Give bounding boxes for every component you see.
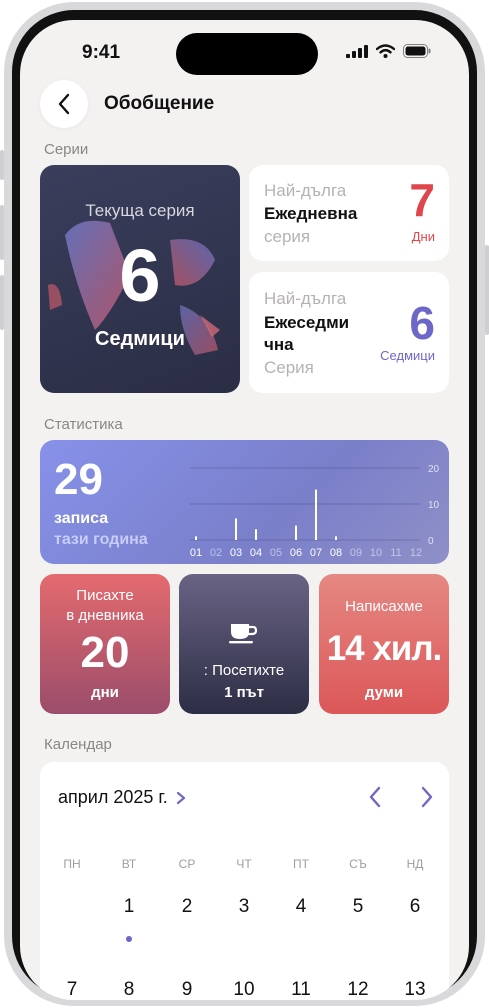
- month-selector[interactable]: април 2025 г.: [58, 787, 186, 808]
- x-tick-label: 10: [370, 547, 382, 559]
- current-series-value: 6: [119, 234, 161, 317]
- longest-daily-value: 7: [409, 174, 435, 226]
- visited-tile[interactable]: : Посетихте 1 път: [179, 574, 309, 714]
- x-tick-label: 12: [410, 547, 422, 559]
- x-tick-label: 06: [290, 547, 302, 559]
- calendar-day[interactable]: 13: [395, 979, 435, 1000]
- period-label: тази година: [54, 531, 148, 548]
- chevron-left-icon: [369, 786, 381, 808]
- longest-weekly-line2b: чна: [264, 335, 294, 354]
- section-series-label: Серии: [44, 141, 89, 158]
- longest-weekly-series-card[interactable]: Най-дълга Ежеседми чна Серия 6 Седмици: [249, 272, 449, 393]
- coffee-cup-icon: [229, 624, 258, 644]
- wifi-icon: [376, 44, 395, 58]
- calendar-day[interactable]: 8: [109, 979, 149, 1000]
- longest-daily-line2: Ежедневна: [264, 204, 358, 223]
- next-month-button[interactable]: [412, 782, 442, 812]
- screen: 9:41 Обобщение Серии Текуща серия 6 Седм…: [20, 20, 469, 1000]
- longest-daily-unit: Дни: [411, 229, 435, 244]
- calendar-day[interactable]: 9: [167, 979, 207, 1000]
- journal-line2: в дневника: [66, 607, 144, 624]
- chart-bar: [255, 529, 257, 540]
- status-icons: [346, 44, 431, 58]
- entries-label: записа: [54, 510, 109, 527]
- x-tick-label: 09: [350, 547, 362, 559]
- x-tick-label: 01: [190, 547, 202, 559]
- calendar-card: април 2025 г. ПН ВТ СР ЧТ ПТ СЪ НД 1 2 3…: [40, 762, 449, 1000]
- chart-bar: [295, 525, 297, 540]
- weekday-sat: СЪ: [349, 857, 367, 871]
- longest-weekly-unit: Седмици: [380, 348, 435, 363]
- y-tick-label: 0: [428, 536, 434, 547]
- words-tile[interactable]: Написахме 14 хил. думи: [319, 574, 449, 714]
- x-tick-label: 03: [230, 547, 242, 559]
- section-calendar-label: Календар: [44, 736, 112, 753]
- section-stats-label: Статистика: [44, 416, 123, 433]
- weekday-sun: НД: [406, 857, 424, 871]
- calendar-day[interactable]: 6: [395, 896, 435, 918]
- calendar-day[interactable]: 11: [281, 979, 321, 1000]
- page-title: Обобщение: [104, 93, 215, 114]
- y-tick-label: 10: [428, 500, 440, 511]
- weekday-fri: ПТ: [293, 857, 309, 871]
- weekday-thu: ЧТ: [236, 857, 252, 871]
- visited-line2: 1 път: [224, 684, 264, 701]
- words-value: 14 хил.: [326, 629, 443, 668]
- battery-icon: [403, 44, 431, 58]
- stats-card[interactable]: 29 записа тази година 20 10 0 01 02 03 04 05 06 0…: [40, 440, 449, 564]
- journal-value: 20: [80, 628, 130, 677]
- longest-weekly-line1: Най-дълга: [264, 289, 347, 308]
- calendar-day[interactable]: 12: [338, 979, 378, 1000]
- entries-count: 29: [54, 455, 103, 504]
- chart-bar: [235, 518, 237, 540]
- chart-bar: [315, 489, 317, 540]
- power-button[interactable]: [485, 245, 489, 335]
- x-tick-label: 08: [330, 547, 342, 559]
- journal-days-tile[interactable]: Писахте в дневника 20 дни: [40, 574, 170, 714]
- x-tick-label: 04: [250, 547, 262, 559]
- dynamic-island: [176, 33, 318, 75]
- chevron-right-icon: [421, 786, 433, 808]
- cellular-signal-icon: [346, 44, 368, 58]
- status-time: 9:41: [82, 42, 121, 63]
- longest-daily-line1: Най-дълга: [264, 181, 347, 200]
- calendar-day[interactable]: 10: [224, 979, 264, 1000]
- journal-unit: дни: [91, 684, 119, 701]
- longest-weekly-line2a: Ежеседми: [264, 313, 350, 332]
- x-tick-label: 02: [210, 547, 222, 559]
- calendar-day[interactable]: 7: [52, 979, 92, 1000]
- longest-weekly-line3: Серия: [264, 358, 314, 377]
- visited-line1: : Посетихте: [203, 662, 285, 679]
- x-tick-label: 07: [310, 547, 322, 559]
- previous-month-button[interactable]: [360, 782, 390, 812]
- words-unit: думи: [364, 684, 404, 701]
- chart-bar: [335, 536, 337, 540]
- journal-line1: Писахте: [76, 587, 134, 604]
- weekday-wed: СР: [178, 857, 196, 871]
- calendar-day[interactable]: 4: [281, 896, 321, 918]
- month-label: април 2025 г.: [58, 787, 168, 807]
- weekday-tue: ВТ: [121, 857, 137, 871]
- back-button[interactable]: [40, 80, 88, 128]
- calendar-day[interactable]: 5: [338, 896, 378, 918]
- chevron-left-icon: [58, 93, 70, 115]
- y-tick-label: 20: [428, 464, 440, 475]
- monthly-entries-chart: 20 10 0 01 02 03 04 05 06 07 08 09 10 11 12: [190, 464, 440, 559]
- longest-weekly-value: 6: [409, 297, 435, 349]
- current-series-label: Текуща серия: [85, 201, 195, 220]
- weekday-mon: ПН: [63, 857, 81, 871]
- words-line1: Написахме: [345, 598, 423, 615]
- calendar-day[interactable]: 2: [167, 896, 207, 918]
- calendar-day[interactable]: 1: [109, 896, 149, 918]
- longest-daily-series-card[interactable]: Най-дълга Ежедневна серия 7 Дни: [249, 165, 449, 261]
- current-series-card[interactable]: Текуща серия 6 Седмици: [40, 165, 240, 393]
- x-tick-label: 05: [270, 547, 282, 559]
- chart-bar: [195, 536, 197, 540]
- chevron-right-small-icon: [176, 791, 185, 804]
- entry-dot: [126, 936, 132, 942]
- x-tick-label: 11: [390, 547, 401, 559]
- current-series-unit: Седмици: [95, 328, 185, 350]
- calendar-day[interactable]: 3: [224, 896, 264, 918]
- longest-daily-line3: серия: [264, 227, 311, 246]
